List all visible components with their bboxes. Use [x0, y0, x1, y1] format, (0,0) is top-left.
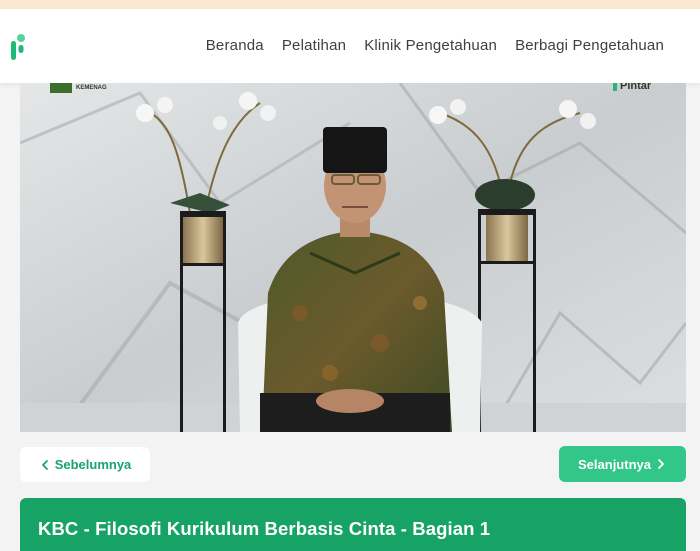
nav-beranda[interactable]: Beranda	[206, 37, 264, 54]
course-title: KBC - Filosofi Kurikulum Berbasis Cinta …	[38, 518, 491, 539]
chevron-left-icon	[41, 459, 48, 470]
pintar-watermark: Pintar	[620, 83, 652, 92]
previous-button-label: Sebelumnya	[54, 457, 132, 472]
previous-button[interactable]: Sebelumnya	[20, 447, 150, 482]
navbar: Beranda Pelatihan Klinik Pengetahuan Ber…	[0, 9, 700, 83]
course-title-bar: KBC - Filosofi Kurikulum Berbasis Cinta …	[20, 498, 686, 551]
nav-pelatihan[interactable]: Pelatihan	[282, 37, 346, 54]
next-button[interactable]: Selanjutnya	[559, 446, 686, 482]
next-button-label: Selanjutnya	[578, 456, 651, 472]
chevron-right-icon	[658, 459, 664, 469]
video-frame: KEMENAG Pintar	[20, 83, 686, 432]
nav-klinik-pengetahuan[interactable]: Klinik Pengetahuan	[364, 37, 497, 54]
nav-berbagi-pengetahuan[interactable]: Berbagi Pengetahuan	[515, 37, 664, 54]
kemenag-watermark: KEMENAG	[76, 85, 107, 91]
main-nav: Beranda Pelatihan Klinik Pengetahuan Ber…	[206, 37, 664, 54]
video-player[interactable]: KEMENAG Pintar	[20, 83, 686, 432]
top-strip	[0, 0, 700, 9]
pintar-logo-icon[interactable]	[10, 33, 26, 61]
